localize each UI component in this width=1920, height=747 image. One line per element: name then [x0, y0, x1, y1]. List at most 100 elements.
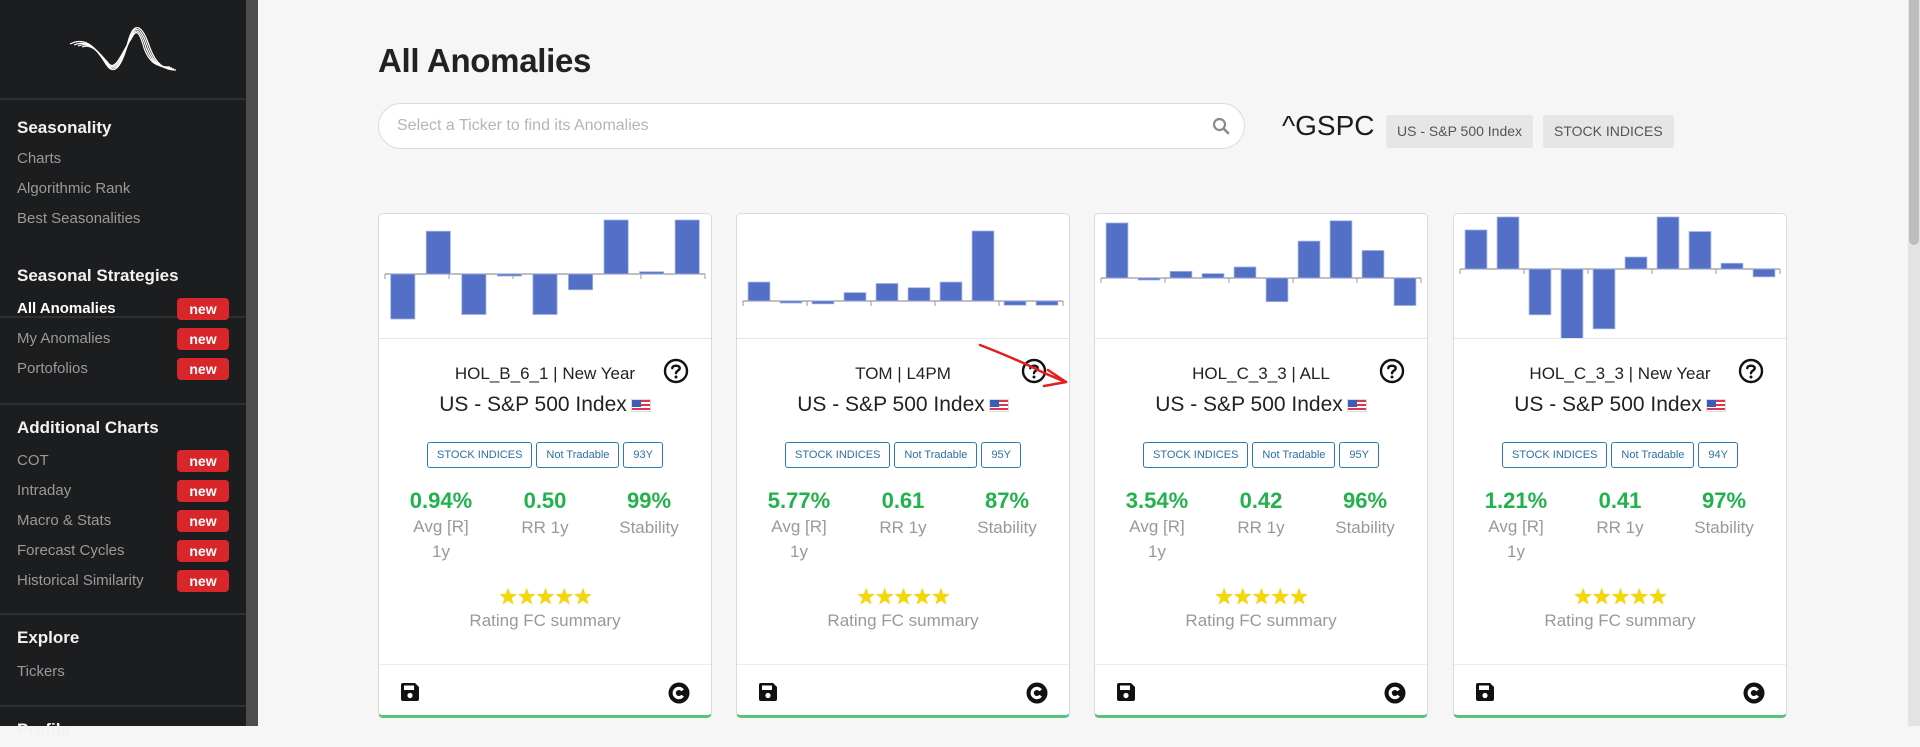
annotation-arrow-icon: [978, 343, 1068, 388]
stat-value: 97%: [1701, 488, 1747, 513]
stat-label: Avg [R] 1y: [413, 517, 469, 561]
us-flag-icon: [630, 398, 651, 412]
stat-rr: 0.61 RR 1y: [853, 488, 953, 564]
chart-bar: [1329, 220, 1353, 279]
sidebar-item-label: Charts: [17, 150, 62, 167]
sidebar-item-forecast-cycles[interactable]: Forecast Cycles new: [17, 540, 229, 562]
stat-rr: 0.50 RR 1y: [495, 488, 595, 564]
category-pill: STOCK INDICES: [1502, 442, 1608, 468]
stat-label: Avg [R] 1y: [1488, 517, 1544, 561]
main-content: All Anomalies ^GSPC US - S&P 500 Index S…: [258, 0, 1908, 726]
sidebar-item-portofolios[interactable]: Portofolios new: [17, 358, 229, 380]
anomaly-name: HOL_C_3_3 | ALL: [1192, 364, 1330, 383]
asset-label: US - S&P 500 Index: [1514, 393, 1702, 416]
help-icon[interactable]: [1738, 358, 1764, 389]
star-rating: ★★★★★: [498, 584, 593, 609]
search-input[interactable]: [397, 104, 1187, 148]
chart-bar: [639, 271, 665, 275]
sidebar-item-my-anomalies[interactable]: My Anomalies new: [17, 328, 229, 350]
stat-label: RR 1y: [1237, 518, 1285, 537]
anomaly-card-2[interactable]: TOM | L4PM US - S&P 500 Index STOCK INDI…: [736, 213, 1070, 718]
scrollbar-thumb[interactable]: [1909, 0, 1919, 245]
sidebar-item-best-seasonalities[interactable]: Best Seasonalities: [17, 208, 229, 230]
anomaly-name: HOL_B_6_1 | New Year: [454, 364, 636, 383]
sidebar-item-algorithmic-rank[interactable]: Algorithmic Rank: [17, 178, 229, 200]
chart-bar: [1137, 277, 1161, 281]
tradable-pill: Not Tradable: [1611, 442, 1695, 468]
stats-row: 1.21% Avg [R] 1y 0.41 RR 1y 97% Stability: [1454, 488, 1786, 564]
new-badge: new: [177, 298, 229, 320]
sidebar-item-label: My Anomalies: [17, 330, 111, 347]
stat-value: 0.42: [1239, 488, 1283, 513]
help-icon[interactable]: [663, 358, 689, 389]
rating-label: Rating FC summary: [827, 611, 979, 630]
stat-label: Stability: [1335, 518, 1395, 537]
stats-row: 5.77% Avg [R] 1y 0.61 RR 1y 87% Stability: [737, 488, 1069, 564]
chart-bar: [1720, 262, 1744, 270]
copyright-icon[interactable]: [1743, 682, 1765, 709]
sidebar-item-historical-similarity[interactable]: Historical Similarity new: [17, 570, 229, 592]
section-additional-charts: Additional Charts COT new Intraday new Mac…: [0, 405, 246, 615]
chart-bar: [1496, 216, 1520, 270]
bar-chart: [1454, 216, 1786, 339]
anomaly-card-1[interactable]: HOL_B_6_1 | New Year US - S&P 500 Index …: [378, 213, 712, 718]
logo[interactable]: [0, 0, 246, 100]
asset-name: US - S&P 500 Index: [737, 393, 1069, 417]
help-icon[interactable]: [1379, 358, 1405, 389]
page-scrollbar[interactable]: [1908, 0, 1920, 726]
save-icon[interactable]: [758, 682, 778, 707]
sidebar-item-cot[interactable]: COT new: [17, 450, 229, 472]
sidebar-item-label: Best Seasonalities: [17, 210, 141, 227]
sidebar-item-macro-stats[interactable]: Macro & Stats new: [17, 510, 229, 532]
years-pill: 94Y: [1698, 442, 1738, 468]
card-footer: [379, 664, 711, 716]
sidebar-scrollbar[interactable]: [246, 0, 258, 726]
stat-value: 0.61: [881, 488, 925, 513]
anomaly-card-3[interactable]: HOL_C_3_3 | ALL US - S&P 500 Index STOCK…: [1094, 213, 1428, 718]
stat-value: 3.54%: [1125, 488, 1189, 513]
sidebar-item-label: Tickers: [17, 663, 65, 680]
anomaly-card-4[interactable]: HOL_C_3_3 | New Year US - S&P 500 Index …: [1453, 213, 1787, 718]
copyright-icon[interactable]: [1026, 682, 1048, 709]
stat-value: 99%: [626, 488, 672, 513]
asset-label: US - S&P 500 Index: [1155, 393, 1343, 416]
anomaly-name: HOL_C_3_3 | New Year: [1529, 364, 1711, 383]
card-footer: [1095, 664, 1427, 716]
save-icon[interactable]: [400, 682, 420, 707]
stat-value: 0.50: [523, 488, 567, 513]
sidebar-item-label: Historical Similarity: [17, 572, 144, 589]
chart-bar: [971, 230, 995, 302]
us-flag-icon: [1705, 398, 1726, 412]
save-icon[interactable]: [1475, 682, 1495, 707]
save-icon[interactable]: [1116, 682, 1136, 707]
chart-bar: [1105, 222, 1129, 279]
stat-value: 87%: [984, 488, 1030, 513]
rating-label: Rating FC summary: [1185, 611, 1337, 630]
copyright-icon[interactable]: [1384, 682, 1406, 709]
bar-chart: [737, 230, 1069, 339]
new-badge: new: [177, 328, 229, 350]
category-pill: STOCK INDICES: [1143, 442, 1249, 468]
ticker-category-tag: STOCK INDICES: [1543, 115, 1674, 148]
stat-value: 1.21%: [1484, 488, 1548, 513]
copyright-icon[interactable]: [668, 682, 690, 709]
chart-bar: [1592, 268, 1616, 330]
stat-label: Avg [R] 1y: [1129, 517, 1185, 561]
wave-logo-icon: [69, 27, 177, 71]
sidebar-item-intraday[interactable]: Intraday new: [17, 480, 229, 502]
chart-bar: [425, 230, 451, 275]
ticker-search[interactable]: [378, 103, 1245, 149]
sidebar-item-label: All Anomalies: [17, 300, 116, 317]
sidebar-item-charts[interactable]: Charts: [17, 148, 229, 170]
chart-bar: [1624, 256, 1648, 270]
sidebar-item-tickers[interactable]: Tickers: [17, 661, 229, 683]
bar-chart: [379, 219, 711, 339]
star-rating: ★★★★★: [1214, 584, 1309, 609]
search-icon[interactable]: [1212, 117, 1230, 140]
stats-row: 3.54% Avg [R] 1y 0.42 RR 1y 96% Stability: [1095, 488, 1427, 564]
chart-bar: [1035, 300, 1059, 306]
chart-bar: [1464, 229, 1488, 270]
sidebar-item-all-anomalies[interactable]: All Anomalies new: [17, 298, 229, 320]
section-title: Seasonality: [17, 118, 112, 137]
section-title: Profile: [17, 720, 70, 739]
